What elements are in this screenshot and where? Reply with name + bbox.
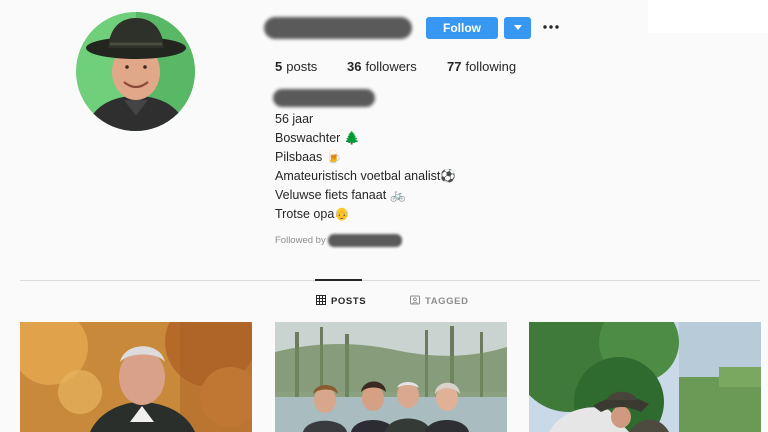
- posts-count-label: posts: [286, 59, 318, 74]
- caret-down-icon: [513, 25, 522, 30]
- bio-line: Trotse opa 👴: [275, 205, 456, 224]
- bio-line-text: Amateuristisch voetbal analist: [275, 169, 441, 183]
- post-thumbnail[interactable]: [275, 322, 507, 432]
- followers-count-value: 36: [347, 59, 362, 74]
- posts-count-value: 5: [275, 59, 283, 74]
- bicycle-emoji-icon: 🚲: [390, 188, 406, 202]
- bio-line: 56 jaar: [275, 110, 456, 129]
- bio-line: Veluwse fiets fanaat 🚲: [275, 186, 456, 205]
- soccer-ball-emoji-icon: ⚽: [440, 169, 456, 183]
- post-thumbnail[interactable]: [529, 322, 761, 432]
- more-options-button[interactable]: [542, 19, 560, 35]
- profile-bio: 56 jaar Boswachter 🌲 Pilsbaas 🍺 Amateuri…: [275, 110, 456, 224]
- tabs-divider: [20, 280, 760, 281]
- following-count-label: following: [465, 59, 517, 74]
- bio-line: Pilsbaas 🍺: [275, 148, 456, 167]
- active-tab-indicator: [315, 279, 362, 281]
- profile-avatar[interactable]: [76, 12, 195, 131]
- ellipsis-icon: [543, 25, 559, 29]
- following-link[interactable]: 77 following: [447, 59, 516, 74]
- full-name-redacted: [273, 89, 375, 107]
- tab-posts[interactable]: POSTS: [316, 295, 366, 308]
- following-count-value: 77: [447, 59, 462, 74]
- followers-count-label: followers: [365, 59, 417, 74]
- posts-count: 5 posts: [275, 59, 347, 74]
- grid-icon: [316, 295, 326, 308]
- suggested-accounts-dropdown-button[interactable]: [504, 17, 531, 39]
- profile-stats: 5 posts 36 followers 77 following: [275, 59, 516, 74]
- bio-line: Boswachter 🌲: [275, 129, 456, 148]
- top-right-blank-area: [648, 0, 768, 33]
- username-redacted: [264, 17, 412, 39]
- grandpa-emoji-icon: 👴: [334, 207, 350, 221]
- bio-line-text: Trotse opa: [275, 207, 335, 221]
- tag-icon: [410, 295, 420, 308]
- followed-by-label: Followed by: [275, 235, 326, 246]
- bio-line-text: Veluwse fiets fanaat: [275, 188, 387, 202]
- tab-posts-label: POSTS: [331, 296, 367, 307]
- followed-by[interactable]: Followed by: [275, 234, 402, 247]
- post-thumbnail[interactable]: [20, 322, 252, 432]
- followers-link[interactable]: 36 followers: [347, 59, 447, 74]
- tab-tagged-label: TAGGED: [425, 296, 469, 307]
- bio-line-text: 56 jaar: [275, 112, 314, 126]
- follow-button[interactable]: Follow: [426, 17, 498, 39]
- bio-line-text: Boswachter: [275, 131, 341, 145]
- bio-line-text: Pilsbaas: [275, 150, 323, 164]
- tab-tagged[interactable]: TAGGED: [410, 295, 469, 308]
- pine-tree-emoji-icon: 🌲: [344, 131, 360, 145]
- bio-line: Amateuristisch voetbal analist ⚽: [275, 167, 456, 186]
- beer-emoji-icon: 🍺: [326, 150, 342, 164]
- followed-by-accounts-redacted: [327, 234, 402, 247]
